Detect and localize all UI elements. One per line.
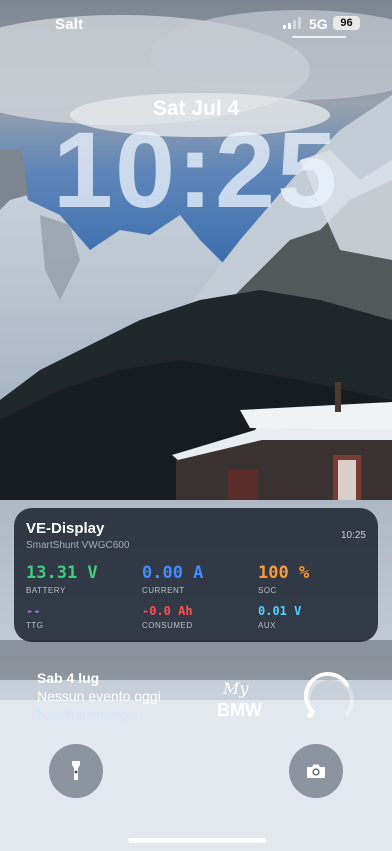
metric-soc-value: 100 % [258, 563, 310, 583]
metric-consumed-value: -0.0 Ah [142, 604, 193, 618]
flashlight-button[interactable] [49, 744, 103, 798]
metric-soc-label: SOC [258, 586, 277, 595]
metric-ttg-label: TTG [26, 621, 44, 630]
metric-current: 0.00 A CURRENT [142, 563, 203, 595]
metric-soc: 100 % SOC [258, 563, 309, 595]
ve-widget-title: VE-Display [26, 520, 105, 537]
ve-widget-time: 10:25 [340, 530, 366, 541]
metric-aux-value: 0.01 V [258, 604, 302, 618]
metric-ttg: -- TTG [26, 604, 44, 630]
calendar-widget[interactable]: Sab 4 lug Nessun evento oggi Non hai imp… [37, 670, 161, 722]
metric-ttg-value: -- [26, 604, 41, 618]
carrier-name: Salt [55, 16, 84, 33]
metric-battery-value: 13.31 V [26, 563, 98, 583]
lock-clock: 10:25 [52, 109, 340, 230]
ve-display-widget[interactable]: VE-Display SmartShunt VWGC600 10:25 13.3… [14, 508, 378, 642]
calendar-date: Sab 4 lug [37, 670, 100, 686]
battery-indicator: 96 [333, 16, 360, 30]
metric-aux: 0.01 V AUX [258, 604, 301, 630]
ve-widget-subtitle: SmartShunt VWGC600 [26, 540, 130, 551]
signal-strength-icon [283, 17, 303, 29]
network-type: 5G [309, 16, 328, 32]
camera-icon [307, 764, 325, 778]
metric-consumed: -0.0 Ah CONSUMED [142, 604, 193, 630]
calendar-no-events: Nessun evento oggi [37, 688, 161, 704]
metric-current-value: 0.00 A [142, 563, 204, 583]
calendar-no-appointments: Non hai impegni [37, 706, 139, 722]
status-bar: Salt 5G 96 [0, 0, 392, 48]
camera-button[interactable] [289, 744, 343, 798]
home-indicator[interactable] [128, 838, 266, 843]
lock-screen: Salt 5G 96 Sat Jul 4 10:25 VE-Display Sm… [0, 0, 392, 851]
metric-consumed-label: CONSUMED [142, 621, 193, 630]
status-underline [292, 36, 346, 38]
ring-gauge-dot [307, 712, 313, 718]
mybmw-brand: BMW [217, 700, 262, 720]
mybmw-widget[interactable]: My BMW [213, 676, 273, 722]
metric-aux-label: AUX [258, 621, 276, 630]
metric-current-label: CURRENT [142, 586, 185, 595]
metric-battery: 13.31 V BATTERY [26, 563, 98, 595]
flashlight-icon [72, 761, 80, 780]
metric-battery-label: BATTERY [26, 586, 66, 595]
mybmw-script: My [222, 679, 249, 698]
ring-gauge-widget[interactable] [299, 670, 357, 720]
